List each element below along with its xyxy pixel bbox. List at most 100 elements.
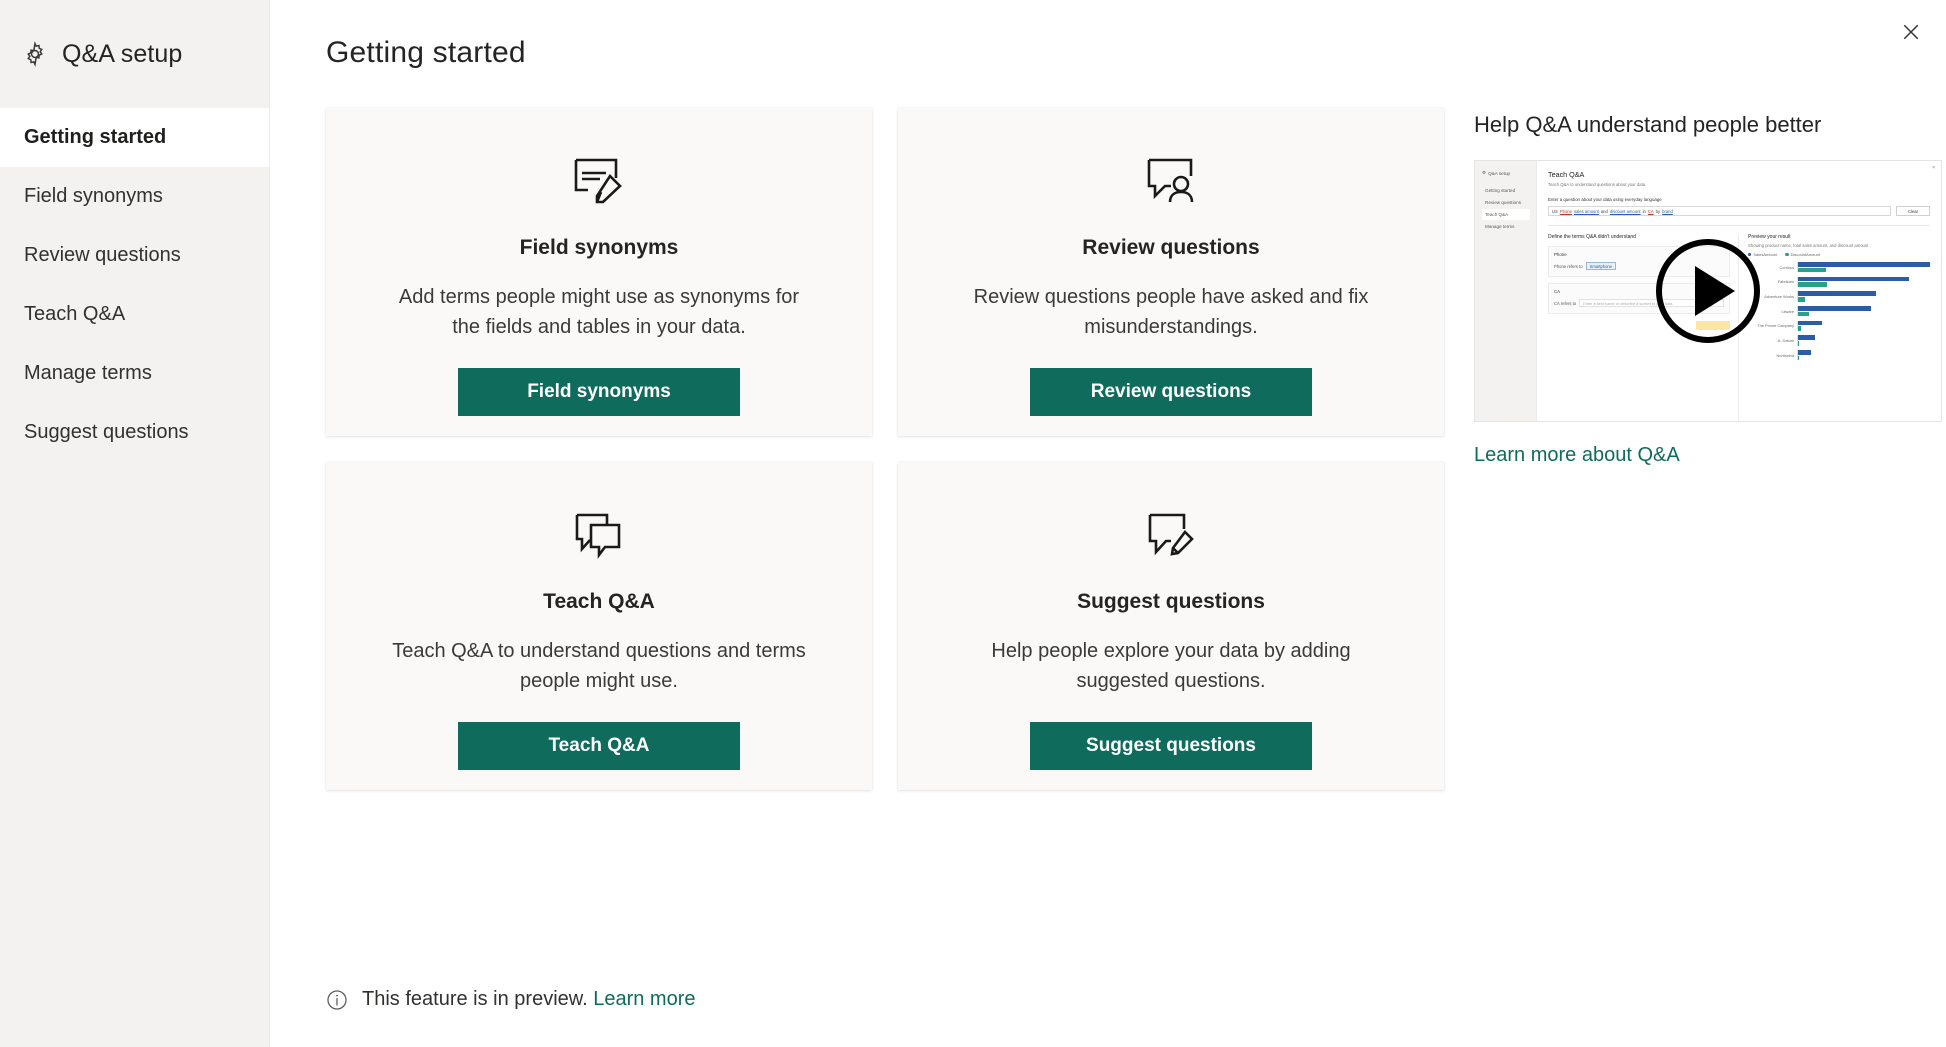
suggest-questions-icon (1145, 506, 1197, 564)
chart-bar (1798, 296, 1805, 302)
gear-icon (22, 41, 48, 67)
card-field-synonyms: Field synonyms Add terms people might us… (326, 108, 872, 436)
chart-bar (1798, 326, 1801, 331)
main-content: Getting started Field synonyms Add terms… (270, 0, 1946, 1047)
card-teach-qa: Teach Q&A Teach Q&A to understand questi… (326, 462, 872, 790)
sidebar-item-getting-started[interactable]: Getting started (0, 108, 269, 167)
sidebar-item-label: Teach Q&A (24, 303, 126, 325)
qa-setup-dialog: Q&A setup Getting started Field synonyms… (0, 0, 1946, 1047)
chart-row: Fabrikam (1748, 276, 1930, 287)
thumbnail-query-input: US Phone sales amount and discount amoun… (1548, 206, 1891, 216)
sidebar-item-teach-qa[interactable]: Teach Q&A (0, 285, 269, 344)
thumbnail-result-pane: Preview your result Showing product name… (1739, 234, 1930, 421)
card-title: Review questions (1082, 236, 1260, 259)
thumbnail-chart-legend: SalesAmount DiscountAmount (1748, 252, 1930, 257)
thumbnail-nav-item: Review questions (1485, 200, 1522, 206)
card-title: Teach Q&A (543, 590, 655, 613)
play-icon[interactable] (1656, 239, 1760, 343)
card-suggest-questions: Suggest questions Help people explore yo… (898, 462, 1444, 790)
card-title: Field synonyms (519, 236, 679, 259)
sidebar: Q&A setup Getting started Field synonyms… (0, 0, 270, 1047)
chart-bars (1797, 262, 1930, 273)
sidebar-item-suggest-questions[interactable]: Suggest questions (0, 403, 269, 462)
card-description: Add terms people might use as synonyms f… (398, 286, 800, 338)
help-video-thumbnail[interactable]: ⚙ Q&A setup Getting started Review quest… (1474, 160, 1942, 422)
card-title: Suggest questions (1077, 590, 1265, 613)
chart-category-label: Northwind (1776, 352, 1794, 358)
thumbnail-divider (1548, 225, 1930, 226)
chart-bar (1798, 291, 1876, 296)
thumbnail-nav-item-selected: Teach Q&A (1482, 208, 1530, 221)
thumbnail-bar-chart: Contoso Fabrikam Adventure Works Litware The… (1748, 262, 1930, 361)
chart-bar (1798, 335, 1816, 341)
review-questions-icon (1145, 152, 1197, 210)
chart-bar (1798, 311, 1809, 317)
chart-bar (1798, 341, 1799, 346)
thumbnail-sidebar: ⚙ Q&A setup Getting started Review quest… (1475, 161, 1537, 421)
chart-bars (1797, 320, 1930, 331)
chart-bars (1797, 276, 1930, 287)
sidebar-item-label: Suggest questions (24, 421, 189, 443)
help-title: Help Q&A understand people better (1474, 112, 1822, 137)
chart-row: Litware (1748, 306, 1930, 317)
chart-category-label: The Phone Company (1757, 323, 1794, 329)
sidebar-title: Q&A setup (62, 39, 183, 68)
review-questions-button[interactable]: Review questions (1030, 368, 1312, 416)
teach-qa-icon (573, 506, 625, 564)
legend-entry-sales: SalesAmount (1748, 252, 1777, 257)
chart-row: Northwind (1748, 350, 1930, 361)
preview-learn-more-link[interactable]: Learn more (593, 988, 695, 1010)
preview-notice: This feature is in preview. Learn more (326, 988, 696, 1011)
sidebar-item-field-synonyms[interactable]: Field synonyms (0, 167, 269, 226)
close-icon (1902, 23, 1920, 44)
thumbnail-close-icon: × (1932, 165, 1935, 171)
help-panel: Help Q&A understand people better ⚙ Q&A … (1474, 108, 1946, 790)
chart-bar (1798, 267, 1826, 273)
field-synonyms-button[interactable]: Field synonyms (458, 368, 740, 416)
card-description: Review questions people have asked and f… (973, 286, 1369, 338)
thumbnail-brand: ⚙ Q&A setup (1482, 170, 1511, 176)
sidebar-item-label: Review questions (24, 244, 181, 266)
thumbnail-gear-icon: ⚙ (1482, 170, 1487, 175)
sidebar-header: Q&A setup (0, 0, 269, 108)
thumbnail-nav-item: Manage terms (1485, 223, 1515, 229)
chart-bars (1797, 350, 1930, 361)
thumbnail-subheading: Teach Q&A to understand questions about … (1548, 182, 1647, 187)
suggest-questions-button[interactable]: Suggest questions (1030, 722, 1312, 770)
chart-bar (1798, 282, 1828, 287)
thumbnail-clear-button: Clear (1896, 206, 1930, 216)
chart-category-label: A. Datum (1777, 338, 1794, 344)
thumbnail-result-subtitle: Showing product name, total sales amount… (1748, 243, 1869, 248)
info-icon (326, 989, 348, 1011)
thumbnail-nav-item: Getting started (1485, 188, 1516, 194)
preview-notice-text: This feature is in preview. Learn more (362, 988, 696, 1010)
chart-bar (1798, 355, 1799, 361)
sidebar-item-manage-terms[interactable]: Manage terms (0, 344, 269, 403)
chart-row: A. Datum (1748, 335, 1930, 346)
sidebar-item-label: Getting started (24, 126, 167, 148)
content-area: Field synonyms Add terms people might us… (326, 108, 1946, 790)
sidebar-nav: Getting started Field synonyms Review qu… (0, 108, 269, 462)
chart-bar (1798, 262, 1930, 267)
chart-row: Adventure Works (1748, 291, 1930, 302)
learn-more-about-qa-link[interactable]: Learn more about Q&A (1474, 444, 1680, 467)
chart-bars (1797, 335, 1930, 346)
thumbnail-result-title: Preview your result (1748, 234, 1791, 240)
thumbnail-heading: Teach Q&A (1548, 170, 1585, 179)
teach-qa-button[interactable]: Teach Q&A (458, 722, 740, 770)
chart-bars (1797, 306, 1930, 317)
chart-row: The Phone Company (1748, 320, 1930, 331)
page-title: Getting started (326, 36, 526, 69)
thumbnail-query-row: US Phone sales amount and discount amoun… (1548, 206, 1930, 216)
chart-row: Contoso (1748, 262, 1930, 273)
chart-bar (1798, 320, 1822, 326)
card-review-questions: Review questions Review questions people… (898, 108, 1444, 436)
close-button[interactable] (1888, 10, 1934, 56)
card-description: Teach Q&A to understand questions and te… (392, 640, 806, 692)
sidebar-item-review-questions[interactable]: Review questions (0, 226, 269, 285)
chart-bar (1798, 350, 1812, 355)
field-synonyms-icon (572, 152, 626, 210)
sidebar-item-label: Manage terms (24, 362, 152, 384)
legend-entry-discount: DiscountAmount (1785, 252, 1820, 257)
cards-grid: Field synonyms Add terms people might us… (326, 108, 1444, 790)
